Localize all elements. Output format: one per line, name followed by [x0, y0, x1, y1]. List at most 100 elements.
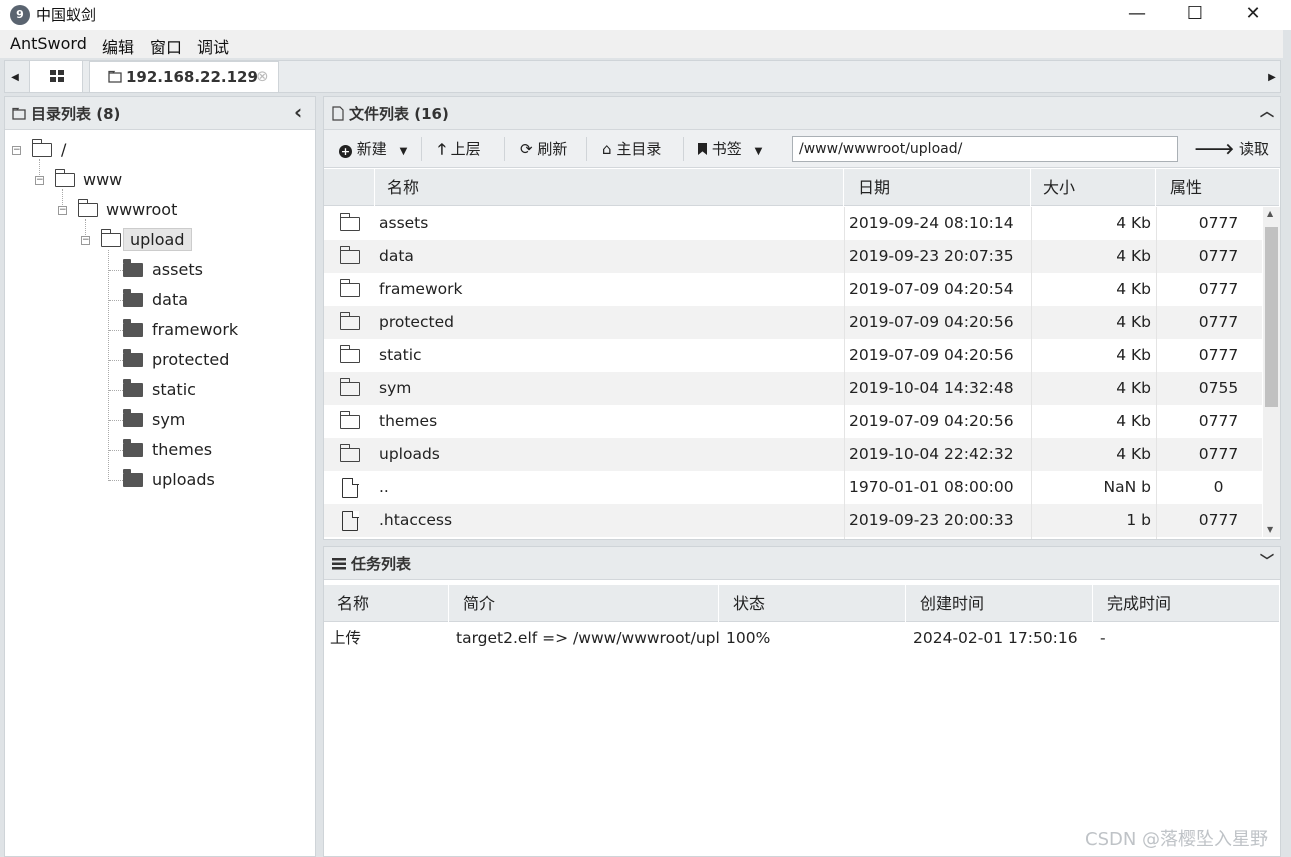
tree-line: [109, 360, 123, 361]
column-header-name[interactable]: 名称: [376, 169, 844, 206]
tree-expander-icon[interactable]: −: [35, 176, 44, 185]
task-column-status[interactable]: 状态: [720, 585, 906, 622]
file-grid-body: assets 2019-09-24 08:10:14 4 Kb 0777 dat…: [324, 207, 1262, 539]
tab-label: 192.168.22.129: [126, 68, 258, 86]
plus-circle-icon: +: [339, 145, 352, 158]
file-row[interactable]: .htaccess 2019-09-23 20:00:33 1 b 0777: [324, 504, 1262, 537]
file-row[interactable]: sym 2019-10-04 14:32:48 4 Kb 0755: [324, 372, 1262, 405]
folder-open-icon: [77, 199, 98, 217]
file-row[interactable]: protected 2019-07-09 04:20:56 4 Kb 0777: [324, 306, 1262, 339]
file-row[interactable]: .. 1970-01-01 08:00:00 NaN b 0: [324, 471, 1262, 504]
file-icon: [332, 106, 344, 121]
task-column-finished[interactable]: 完成时间: [1094, 585, 1280, 622]
vertical-splitter[interactable]: [317, 96, 322, 857]
task-column-desc[interactable]: 简介: [450, 585, 719, 622]
column-divider: [1031, 207, 1032, 539]
file-attr: 0777: [1198, 313, 1239, 331]
tab-close-icon[interactable]: ⊗: [256, 67, 269, 85]
menu-antsword[interactable]: AntSword: [10, 34, 87, 53]
collapse-panel-icon[interactable]: ‹: [294, 100, 302, 124]
tasks-icon: [332, 558, 346, 570]
scroll-down-icon[interactable]: ▼: [1267, 525, 1273, 534]
tab-scroll-right-icon[interactable]: ▶: [1262, 61, 1282, 92]
arrow-right-icon: 🡒: [1194, 140, 1235, 158]
tree-child-uploads[interactable]: uploads: [152, 470, 215, 489]
refresh-label: 刷新: [537, 140, 568, 158]
folder-icon: [339, 312, 360, 330]
file-row[interactable]: data 2019-09-23 20:07:35 4 Kb 0777: [324, 240, 1262, 273]
tab-scroll-left-icon[interactable]: ◀: [5, 61, 25, 92]
scroll-up-icon[interactable]: ▲: [1267, 209, 1273, 218]
file-size: 1 b: [1126, 511, 1151, 529]
antsword-logo-icon: 9: [10, 5, 30, 25]
new-button[interactable]: + 新建 ▼: [339, 138, 407, 159]
chevron-down-icon[interactable]: ﹀: [1260, 551, 1274, 571]
task-column-name[interactable]: 名称: [324, 585, 449, 622]
tree-expander-icon[interactable]: −: [81, 236, 90, 245]
tree-child-assets[interactable]: assets: [152, 260, 203, 279]
file-row[interactable]: uploads 2019-10-04 22:42:32 4 Kb 0777: [324, 438, 1262, 471]
tab-shell-session[interactable]: 192.168.22.129 ⊗: [89, 61, 279, 92]
up-level-button[interactable]: 🡑 上层: [438, 138, 481, 164]
tree-child-themes[interactable]: themes: [152, 440, 212, 459]
directory-tree-panel: 目录列表 (8) ‹ − / − www − wwwroot − upload …: [4, 96, 316, 857]
column-header-size[interactable]: 大小: [1032, 169, 1156, 206]
path-input[interactable]: [792, 136, 1178, 162]
icon-column-header: [324, 169, 375, 206]
menu-edit[interactable]: 编辑: [102, 34, 134, 58]
file-toolbar: + 新建 ▼ 🡑 上层 ⟳ 刷新 ⌂ 主目录 书签 ▼ 🡒 读取: [324, 130, 1280, 168]
grid-icon: [50, 70, 64, 82]
home-directory-button[interactable]: ⌂ 主目录: [602, 138, 661, 159]
scroll-thumb[interactable]: [1265, 227, 1278, 407]
task-list-panel: 任务列表 ﹀ 名称 简介 状态 创建时间 完成时间 上传 target2.elf…: [323, 546, 1281, 857]
tree-expander-icon[interactable]: −: [58, 206, 67, 215]
new-label: 新建: [356, 140, 387, 158]
window-title: 中国蚁剑: [36, 6, 97, 24]
tree-child-sym[interactable]: sym: [152, 410, 185, 429]
column-header-date[interactable]: 日期: [845, 169, 1031, 206]
menu-debug[interactable]: 调试: [197, 34, 229, 58]
file-list-scrollbar[interactable]: ▲ ▼: [1263, 207, 1280, 537]
tree-node-wwwroot[interactable]: wwwroot: [106, 200, 177, 219]
bookmark-button[interactable]: 书签 ▼: [698, 138, 762, 159]
tree-child-static[interactable]: static: [152, 380, 196, 399]
tree-node-www[interactable]: www: [83, 170, 122, 189]
tree-line: [109, 300, 123, 301]
file-row[interactable]: static 2019-07-09 04:20:56 4 Kb 0777: [324, 339, 1262, 372]
file-name: sym: [379, 379, 412, 397]
folder-icon: [339, 378, 360, 396]
file-row[interactable]: assets 2019-09-24 08:10:14 4 Kb 0777: [324, 207, 1262, 240]
file-size: 4 Kb: [1116, 412, 1151, 430]
minimize-button[interactable]: —: [1108, 0, 1166, 30]
folder-icon: [339, 213, 360, 231]
tab-home[interactable]: [29, 61, 83, 92]
file-size: 4 Kb: [1116, 313, 1151, 331]
task-row[interactable]: 上传 target2.elf => /www/wwwroot/uploa 100…: [324, 622, 1280, 655]
file-size: 4 Kb: [1116, 214, 1151, 232]
file-date: 2019-09-24 08:10:14: [849, 214, 1014, 232]
file-date: 2019-09-23 20:00:33: [849, 511, 1014, 529]
tree-node-root[interactable]: /: [61, 140, 66, 159]
close-window-button[interactable]: ✕: [1224, 0, 1282, 30]
folder-open-icon: [54, 169, 75, 187]
file-row[interactable]: themes 2019-07-09 04:20:56 4 Kb 0777: [324, 405, 1262, 438]
tree-expander-icon[interactable]: −: [12, 146, 21, 155]
file-row[interactable]: framework 2019-07-09 04:20:54 4 Kb 0777: [324, 273, 1262, 306]
menu-window[interactable]: 窗口: [150, 34, 182, 58]
task-name: 上传: [330, 629, 362, 647]
read-button[interactable]: 🡒 读取: [1194, 138, 1269, 159]
file-icon: [342, 510, 359, 531]
column-header-attr[interactable]: 属性: [1157, 169, 1280, 206]
tree-node-upload-selected[interactable]: upload: [123, 228, 192, 251]
file-attr: 0777: [1198, 445, 1239, 463]
task-column-created[interactable]: 创建时间: [907, 585, 1093, 622]
tree-child-data[interactable]: data: [152, 290, 188, 309]
tree-child-framework[interactable]: framework: [152, 320, 238, 339]
maximize-button[interactable]: ☐: [1166, 0, 1224, 30]
refresh-button[interactable]: ⟳ 刷新: [520, 138, 567, 159]
tree-child-protected[interactable]: protected: [152, 350, 229, 369]
file-name: themes: [379, 412, 438, 430]
chevron-up-icon[interactable]: ︿: [1260, 101, 1274, 121]
tab-bar: ◀ 192.168.22.129 ⊗ ▶: [4, 60, 1281, 93]
task-panel-title: 任务列表: [351, 555, 412, 573]
